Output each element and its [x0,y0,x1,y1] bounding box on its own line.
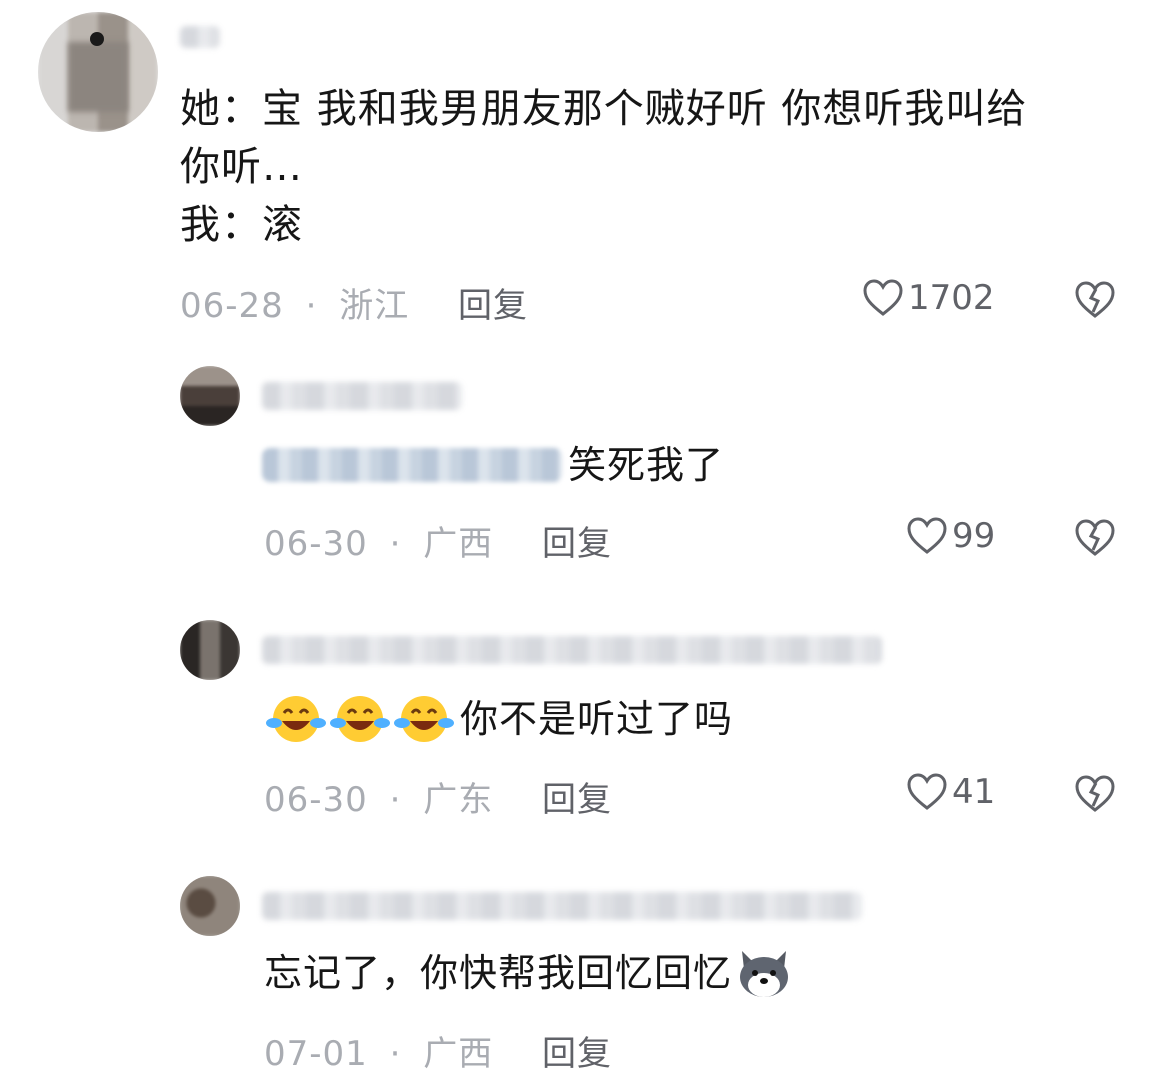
husky-dog-emoji [740,951,789,997]
crying-laughing-emoji [394,696,454,742]
comment-meta: 06-30 · 广东 [264,772,493,821]
comment-line: 你听… [180,144,303,190]
like-button[interactable]: 41 [906,772,995,812]
like-count: 99 [952,516,996,556]
username[interactable] [262,892,862,920]
reply-button[interactable]: 回复 [542,772,612,821]
broken-heart-icon[interactable] [1074,774,1116,814]
comment-date: 06-30 [264,524,368,564]
comment-text: 她：宝 我和我男朋友那个贼好听 你想听我叫给 你听… 我：滚 [180,80,1140,254]
comment-meta: 06-30 · 广西 [264,516,493,565]
reply-button[interactable]: 回复 [542,1026,612,1075]
comment-body: 忘记了，你快帮我回忆回忆 [264,944,794,1002]
comment-meta: 06-28 · 浙江 [180,278,409,327]
broken-heart-icon[interactable] [1074,280,1116,320]
comment-text: 忘记了，你快帮我回忆回忆 [264,951,733,995]
heart-icon [907,517,947,554]
comment-location: 广西 [423,524,494,564]
username[interactable] [180,26,220,48]
reply-button[interactable]: 回复 [542,516,612,565]
comment-text: 你不是听过了吗 [460,697,734,741]
comment-line: 她：宝 我和我男朋友那个贼好听 你想听我叫给 [180,86,1028,132]
crying-laughing-emoji [330,696,390,742]
heart-icon [863,279,903,316]
username[interactable] [262,636,882,664]
comment-meta: 07-01 · 广西 [264,1026,493,1075]
heart-icon [907,773,947,810]
username[interactable] [262,382,462,410]
comment-location: 广东 [423,780,494,820]
like-count: 41 [952,772,996,812]
comment-body: 你不是听过了吗 [264,690,733,748]
avatar[interactable] [180,620,240,680]
comment-line: 我：滚 [180,202,303,248]
like-button[interactable]: 1702 [862,278,995,318]
comment-location: 广西 [423,1034,494,1074]
comment-date: 06-28 [180,286,284,326]
comment-text: 笑死我了 [568,443,725,487]
separator: · [389,780,402,820]
separator: · [389,1034,402,1074]
avatar[interactable] [38,12,158,132]
crying-laughing-emoji [266,696,326,742]
like-count: 1702 [908,278,995,318]
mention-tag[interactable] [262,448,562,482]
comment-date: 06-30 [264,780,368,820]
separator: · [305,286,318,326]
avatar[interactable] [180,876,240,936]
comment-location: 浙江 [339,286,410,326]
avatar[interactable] [180,366,240,426]
reply-button[interactable]: 回复 [458,278,528,327]
comment-date: 07-01 [264,1034,368,1074]
separator: · [389,524,402,564]
like-button[interactable]: 99 [906,516,995,556]
broken-heart-icon[interactable] [1074,518,1116,558]
